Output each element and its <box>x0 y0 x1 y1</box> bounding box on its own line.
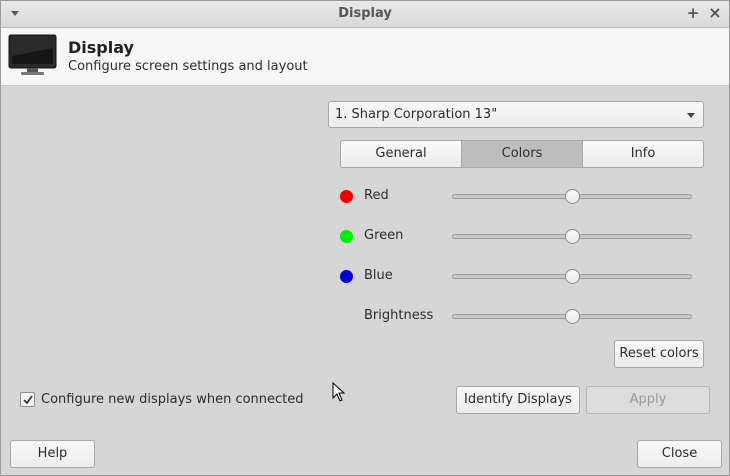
mouse-pointer-icon <box>332 382 346 402</box>
apply-button[interactable]: Apply <box>586 386 710 414</box>
brightness-row: Brightness <box>340 305 704 329</box>
tab-bar: General Colors Info <box>340 140 704 168</box>
close-button[interactable]: Close <box>637 440 722 468</box>
green-dot-icon <box>340 230 353 243</box>
red-slider[interactable] <box>452 189 692 204</box>
display-select-value: 1. Sharp Corporation 13" <box>335 107 498 122</box>
close-icon[interactable]: × <box>707 5 723 21</box>
blue-slider[interactable] <box>452 269 692 284</box>
title-bar: Display + × <box>1 1 729 28</box>
chevron-down-icon <box>687 113 695 118</box>
display-select[interactable]: 1. Sharp Corporation 13" <box>328 101 704 128</box>
green-label: Green <box>364 228 404 243</box>
green-row: Green <box>340 225 704 249</box>
tab-colors[interactable]: Colors <box>462 141 583 167</box>
window-title: Display <box>338 6 392 21</box>
display-window: Display + × Display Configure screen set… <box>0 0 730 476</box>
blue-row: Blue <box>340 265 704 289</box>
identify-displays-button[interactable]: Identify Displays <box>456 386 580 414</box>
blue-label: Blue <box>364 268 393 283</box>
configure-new-displays-label[interactable]: Configure new displays when connected <box>41 392 304 407</box>
red-dot-icon <box>340 190 353 203</box>
blue-dot-icon <box>340 270 353 283</box>
pin-icon[interactable]: + <box>685 5 701 21</box>
reset-colors-button[interactable]: Reset colors <box>614 340 704 368</box>
brightness-slider[interactable] <box>452 309 692 324</box>
red-label: Red <box>364 188 389 203</box>
page-title: Display <box>68 38 134 57</box>
green-slider[interactable] <box>452 229 692 244</box>
tab-general[interactable]: General <box>341 141 462 167</box>
green-slider-handle[interactable] <box>565 229 580 244</box>
brightness-slider-handle[interactable] <box>565 309 580 324</box>
blue-slider-handle[interactable] <box>565 269 580 284</box>
monitor-icon <box>8 34 57 75</box>
checkmark-icon <box>23 395 33 405</box>
help-button[interactable]: Help <box>10 440 95 468</box>
page-subtitle: Configure screen settings and layout <box>68 59 308 74</box>
configure-new-displays-checkbox[interactable] <box>20 392 35 407</box>
brightness-label: Brightness <box>364 308 434 323</box>
tab-info[interactable]: Info <box>583 141 703 167</box>
header: Display Configure screen settings and la… <box>1 28 729 86</box>
red-row: Red <box>340 185 704 209</box>
red-slider-handle[interactable] <box>565 189 580 204</box>
